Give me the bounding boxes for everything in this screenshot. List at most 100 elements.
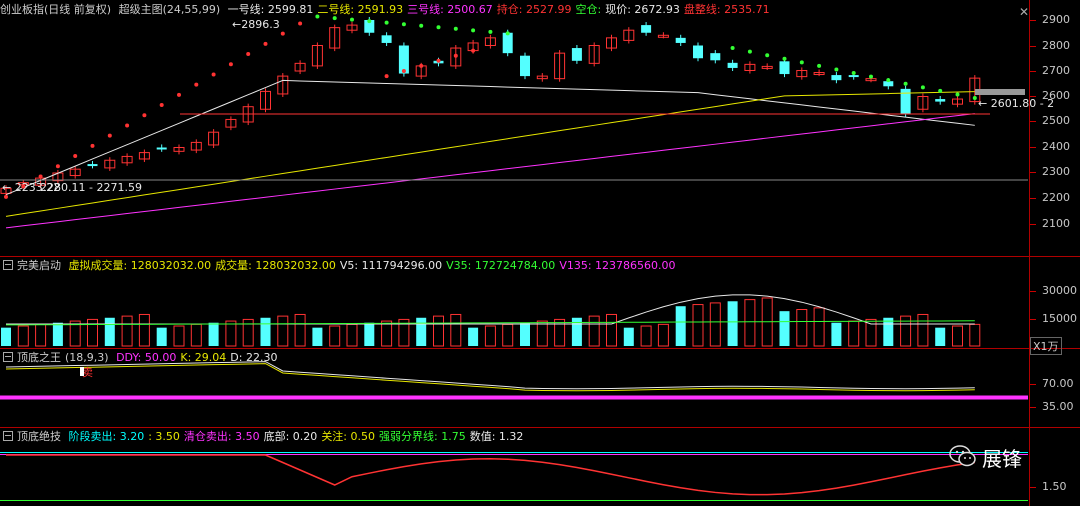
axis-tick [1030, 384, 1036, 385]
empty-dot [920, 85, 925, 90]
empty-dot [730, 46, 735, 51]
axis-tick [1030, 291, 1036, 292]
range-annotation: 2280.11 - 2271.59 [40, 181, 142, 194]
candle-down [693, 45, 703, 59]
volume-bar [640, 325, 652, 347]
volume-bar [796, 309, 808, 347]
axis-tick [1030, 71, 1036, 72]
volume-bar [138, 313, 150, 347]
axis-tick-label: 70.00 [1042, 377, 1074, 390]
axis-tick [1030, 487, 1036, 488]
wechat-icon [949, 445, 976, 467]
volume-bar [208, 322, 219, 346]
hold-dot [298, 21, 303, 26]
axis-tick [1030, 121, 1036, 122]
volume-bar [277, 315, 289, 347]
volume-bar [744, 299, 756, 347]
volume-bar [917, 313, 929, 347]
empty-dot [955, 92, 960, 97]
volume-bar [225, 320, 237, 347]
volume-unit-label: X1万 [1030, 337, 1062, 355]
volume-bar [364, 322, 375, 346]
volume-bar [346, 323, 358, 347]
price-marker [975, 89, 1025, 95]
volume-bar [1, 327, 11, 346]
volume-bar [433, 315, 444, 347]
candle-down [156, 147, 167, 150]
axis-tick [1030, 96, 1036, 97]
candle-down [641, 25, 652, 33]
volume-bar [104, 317, 115, 346]
axis-tick [1030, 407, 1036, 408]
volume-bar [779, 311, 790, 346]
hold-dot [263, 41, 268, 46]
empty-dot [436, 25, 441, 30]
hold-dot [90, 143, 95, 148]
axis-tick [1030, 319, 1036, 320]
empty-dot [332, 16, 337, 21]
hold-dot [107, 133, 112, 138]
volume-bar [848, 320, 860, 347]
empty-dot [817, 63, 822, 68]
jj-value-line [6, 454, 975, 496]
volume-bar [87, 318, 98, 347]
axis-tick [1030, 20, 1036, 21]
axis-tick-label: 2800 [1042, 39, 1070, 52]
empty-dot [938, 88, 943, 93]
axis-tick-label: 2900 [1042, 13, 1070, 26]
empty-dot [747, 49, 752, 54]
k-line [5, 363, 975, 392]
empty-dot [419, 23, 424, 28]
axis-tick [1030, 198, 1036, 199]
high-annotation: ←2896.3 [232, 18, 280, 31]
empty-dot [471, 28, 476, 33]
empty-dot [350, 17, 354, 22]
candle-down [381, 35, 392, 43]
volume-bar [657, 323, 669, 347]
volume-bar [813, 307, 825, 347]
axis-tick-label: 30000 [1042, 284, 1077, 297]
candle-down [87, 164, 98, 167]
empty-dot [903, 81, 908, 86]
volume-bar [623, 327, 634, 346]
axis-tick-label: 2200 [1042, 191, 1070, 204]
axis-tick-label: 35.00 [1042, 400, 1074, 413]
volume-bar [450, 313, 462, 347]
candle-down [675, 37, 686, 43]
candle-down [727, 62, 738, 68]
hold-dot [280, 31, 285, 36]
candle-down [935, 99, 946, 102]
ma-line-1 [5, 79, 975, 196]
volume-bar [381, 320, 393, 347]
hold-dot [38, 174, 43, 179]
hold-dot [125, 123, 130, 128]
axis-tick [1030, 172, 1036, 173]
hold-dot [436, 58, 441, 63]
empty-dot [367, 19, 372, 24]
volume-bar [468, 327, 479, 346]
candle-down [571, 48, 582, 61]
empty-dot [782, 56, 787, 61]
volume-bar [536, 320, 548, 347]
axis-tick [1030, 147, 1036, 148]
watermark-text: 展锋 [982, 447, 1022, 471]
hold-dot [177, 92, 181, 97]
volume-bar [484, 325, 496, 347]
hold-dot [142, 113, 147, 118]
kline-chart-canvas[interactable]: ←2896.3← 2233.222280.11 - 2271.59← 2601.… [0, 0, 1080, 506]
volume-bar [329, 325, 341, 347]
hold-dot [55, 164, 60, 169]
axis-tick [1030, 224, 1036, 225]
axis-tick-label: 2600 [1042, 89, 1070, 102]
hold-dot [194, 82, 199, 87]
axis-tick-label: 1.50 [1042, 480, 1067, 493]
hold-dot [453, 53, 458, 58]
candle-down [831, 75, 842, 81]
empty-dot [972, 96, 977, 101]
axis-tick-label: 15000 [1042, 312, 1077, 325]
volume-bar [831, 322, 842, 346]
volume-bar [709, 302, 721, 347]
ma-line-3 [5, 113, 975, 229]
volume-bar [121, 315, 133, 347]
axis-tick-label: 2300 [1042, 165, 1070, 178]
